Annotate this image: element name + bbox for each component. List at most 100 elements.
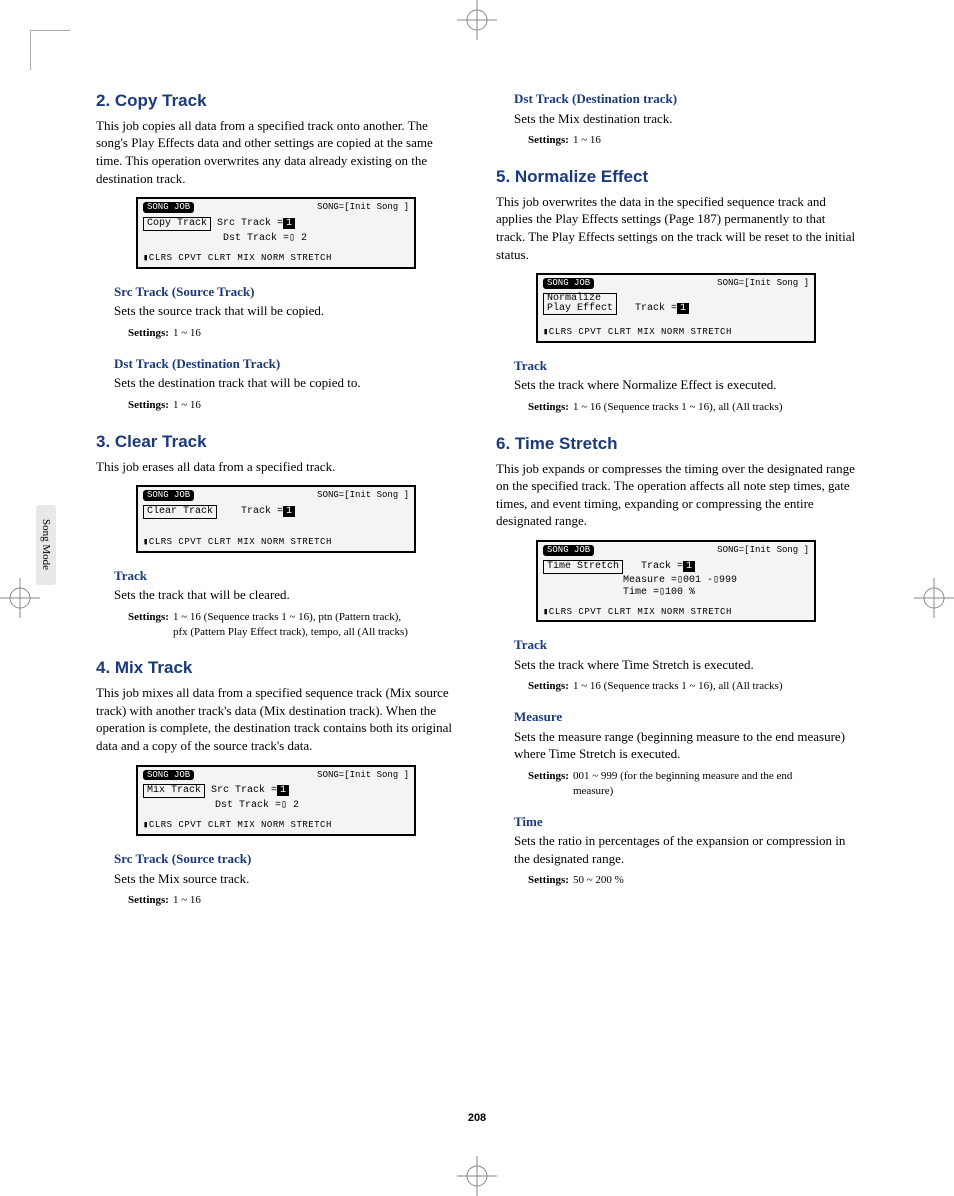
- param-track-title: Track: [514, 357, 856, 375]
- screen-text: Track =: [635, 303, 677, 314]
- settings-value: 1 ~ 16: [173, 893, 201, 908]
- screen-tabs: ▮CLRS CPVT CLRT MIX NORM STRETCH: [143, 537, 409, 548]
- screen-text: Track =: [241, 506, 283, 517]
- screen-line2: Dst Track =▯ 2: [223, 233, 409, 245]
- param-dst-track-desc: Sets the Mix destination track.: [514, 110, 856, 128]
- settings-row: Settings: 1 ~ 16 (Sequence tracks 1 ~ 16…: [528, 400, 856, 415]
- param-track-desc: Sets the track where Normalize Effect is…: [514, 376, 856, 394]
- screen-hl: 1: [283, 506, 295, 517]
- section-4-body: This job mixes all data from a specified…: [96, 684, 456, 754]
- settings-row: Settings: 1 ~ 16 (Sequence tracks 1 ~ 16…: [128, 610, 456, 640]
- settings-label: Settings:: [128, 610, 169, 640]
- screen-box: Time Stretch: [543, 560, 623, 574]
- screen-badge: SONG JOB: [143, 202, 194, 213]
- param-dst-track-desc: Sets the destination track that will be …: [114, 374, 456, 392]
- screen-text: Track =: [641, 561, 683, 572]
- screen-text: Src Track =: [217, 218, 283, 229]
- registration-mark-left: [0, 578, 40, 618]
- settings-label: Settings:: [528, 400, 569, 415]
- screen-box: Copy Track: [143, 217, 211, 231]
- screenshot-mix-track: SONG JOB SONG=[Init Song ] Mix Track Src…: [136, 765, 416, 837]
- settings-value: 1 ~ 16: [573, 133, 601, 148]
- screen-badge: SONG JOB: [143, 770, 194, 781]
- screen-hl: 1: [283, 218, 295, 229]
- settings-value: 50 ~ 200 %: [573, 873, 624, 888]
- param-time-desc: Sets the ratio in percentages of the exp…: [514, 832, 856, 867]
- settings-label: Settings:: [528, 133, 569, 148]
- settings-row: Settings: 1 ~ 16 (Sequence tracks 1 ~ 16…: [528, 679, 856, 694]
- screen-status: SONG=[Init Song ]: [317, 490, 409, 501]
- section-5-title: 5. Normalize Effect: [496, 166, 856, 189]
- settings-row: Settings: 1 ~ 16: [128, 326, 456, 341]
- crop-corner: [30, 30, 70, 70]
- section-6-title: 6. Time Stretch: [496, 433, 856, 456]
- param-measure-title: Measure: [514, 708, 856, 726]
- settings-value: 1 ~ 16 (Sequence tracks 1 ~ 16), all (Al…: [573, 679, 783, 694]
- right-column: Dst Track (Destination track) Sets the M…: [496, 90, 856, 912]
- screen-status: SONG=[Init Song ]: [717, 278, 809, 289]
- section-4-title: 4. Mix Track: [96, 657, 456, 680]
- settings-row: Settings: 001 ~ 999 (for the beginning m…: [528, 769, 856, 799]
- left-column: 2. Copy Track This job copies all data f…: [96, 90, 456, 912]
- section-3-title: 3. Clear Track: [96, 431, 456, 454]
- screen-hl: 1: [683, 561, 695, 572]
- param-dst-track-title: Dst Track (Destination track): [514, 90, 856, 108]
- settings-row: Settings: 1 ~ 16: [128, 893, 456, 908]
- settings-value: 001 ~ 999 (for the beginning measure and…: [573, 769, 813, 799]
- side-tab-song-mode: Song Mode: [36, 505, 56, 585]
- param-src-track-desc: Sets the Mix source track.: [114, 870, 456, 888]
- settings-row: Settings: 1 ~ 16: [528, 133, 856, 148]
- registration-mark-top: [457, 0, 497, 40]
- param-track-desc: Sets the track where Time Stretch is exe…: [514, 656, 856, 674]
- settings-label: Settings:: [128, 326, 169, 341]
- screenshot-time-stretch: SONG JOB SONG=[Init Song ] Time Stretch …: [536, 540, 816, 623]
- section-3-body: This job erases all data from a specifie…: [96, 458, 456, 476]
- screen-badge: SONG JOB: [143, 490, 194, 501]
- param-track-title: Track: [114, 567, 456, 585]
- settings-row: Settings: 50 ~ 200 %: [528, 873, 856, 888]
- param-src-track-desc: Sets the source track that will be copie…: [114, 302, 456, 320]
- param-dst-track-title: Dst Track (Destination Track): [114, 355, 456, 373]
- page-number: 208: [468, 1112, 486, 1124]
- settings-value: 1 ~ 16 (Sequence tracks 1 ~ 16), all (Al…: [573, 400, 783, 415]
- side-tab-label: Song Mode: [40, 519, 52, 570]
- screen-text: Src Track =: [211, 785, 277, 796]
- screen-hl: 1: [277, 785, 289, 796]
- screen-line2: Measure =▯001 -▯999: [623, 575, 809, 587]
- param-time-title: Time: [514, 813, 856, 831]
- screen-box: Clear Track: [143, 505, 217, 519]
- screen-status: SONG=[Init Song ]: [317, 770, 409, 781]
- settings-value: 1 ~ 16: [173, 398, 201, 413]
- registration-mark-bottom: [457, 1156, 497, 1196]
- settings-value: 1 ~ 16 (Sequence tracks 1 ~ 16), ptn (Pa…: [173, 610, 413, 640]
- screenshot-copy-track: SONG JOB SONG=[Init Song ] Copy Track Sr…: [136, 197, 416, 269]
- param-src-track-title: Src Track (Source Track): [114, 283, 456, 301]
- section-5-body: This job overwrites the data in the spec…: [496, 193, 856, 263]
- settings-label: Settings:: [528, 873, 569, 888]
- settings-label: Settings:: [128, 893, 169, 908]
- screenshot-clear-track: SONG JOB SONG=[Init Song ] Clear Track T…: [136, 485, 416, 553]
- screen-status: SONG=[Init Song ]: [717, 545, 809, 556]
- screen-box-line2: Play Effect: [547, 303, 613, 314]
- section-2-title: 2. Copy Track: [96, 90, 456, 113]
- settings-label: Settings:: [128, 398, 169, 413]
- param-src-track-title: Src Track (Source track): [114, 850, 456, 868]
- screen-tabs: ▮CLRS CPVT CLRT MIX NORM STRETCH: [543, 607, 809, 618]
- screen-tabs: ▮CLRS CPVT CLRT MIX NORM STRETCH: [543, 327, 809, 338]
- screenshot-normalize: SONG JOB SONG=[Init Song ] Normalize Pla…: [536, 273, 816, 343]
- screen-line2: Dst Track =▯ 2: [215, 800, 409, 812]
- screen-badge: SONG JOB: [543, 545, 594, 556]
- screen-tabs: ▮CLRS CPVT CLRT MIX NORM STRETCH: [143, 820, 409, 831]
- screen-box: Mix Track: [143, 784, 205, 798]
- settings-label: Settings:: [528, 769, 569, 799]
- param-measure-desc: Sets the measure range (beginning measur…: [514, 728, 856, 763]
- section-6-body: This job expands or compresses the timin…: [496, 460, 856, 530]
- screen-badge: SONG JOB: [543, 278, 594, 289]
- page-content: 2. Copy Track This job copies all data f…: [96, 90, 858, 912]
- screen-status: SONG=[Init Song ]: [317, 202, 409, 213]
- section-2-body: This job copies all data from a specifie…: [96, 117, 456, 187]
- screen-box: Normalize Play Effect: [543, 293, 617, 315]
- settings-value: 1 ~ 16: [173, 326, 201, 341]
- registration-mark-right: [914, 578, 954, 618]
- settings-row: Settings: 1 ~ 16: [128, 398, 456, 413]
